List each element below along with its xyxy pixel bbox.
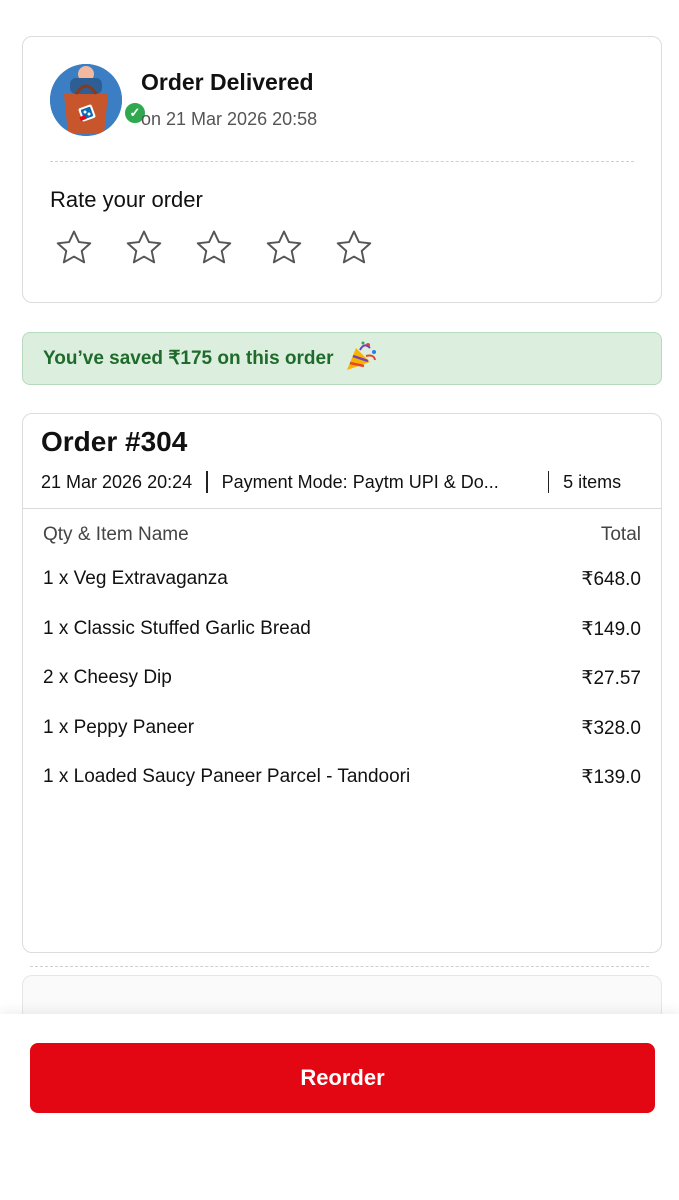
rate-title: Rate your order — [50, 187, 203, 212]
order-number: Order #304 — [41, 426, 188, 457]
items-list: 1 x Veg Extravaganza ₹648.0 1 x Classic … — [43, 568, 641, 816]
col-item-name: Qty & Item Name — [43, 524, 189, 545]
divider — [50, 161, 634, 162]
item-total: ₹648.0 — [581, 569, 641, 590]
item-name: 2 x Cheesy Dip — [43, 667, 172, 688]
order-status-card: ✓ Order Delivered on 21 Mar 2026 20:58 R… — [22, 36, 662, 303]
list-item: 1 x Loaded Saucy Paneer Parcel - Tandoor… — [43, 766, 641, 816]
order-details-card: Order #304 21 Mar 2026 20:24 Payment Mod… — [22, 413, 662, 953]
item-name: 1 x Loaded Saucy Paneer Parcel - Tandoor… — [43, 766, 411, 787]
status-title: Order Delivered — [141, 69, 314, 95]
item-total: ₹139.0 — [581, 767, 641, 788]
savings-text: You’ve saved ₹175 on this order — [43, 348, 334, 369]
star-icon-4[interactable] — [263, 227, 305, 269]
order-meta: 21 Mar 2026 20:24 Payment Mode: Paytm UP… — [41, 470, 661, 494]
list-item: 1 x Peppy Paneer ₹328.0 — [43, 717, 641, 767]
savings-banner: You’ve saved ₹175 on this order — [22, 332, 662, 385]
delivery-bag-icon — [50, 64, 122, 136]
meta-separator — [206, 471, 208, 493]
list-item: 2 x Cheesy Dip ₹27.57 — [43, 667, 641, 717]
col-total: Total — [600, 524, 641, 545]
item-name: 1 x Peppy Paneer — [43, 716, 195, 738]
item-total: ₹149.0 — [581, 618, 641, 640]
star-rating — [53, 227, 375, 269]
payment-mode: Payment Mode: Paytm UPI & Do... — [221, 471, 499, 492]
reorder-button[interactable]: Reorder — [30, 1043, 655, 1113]
divider — [23, 508, 661, 509]
item-name: 1 x Classic Stuffed Garlic Bread — [43, 617, 311, 639]
star-icon-3[interactable] — [193, 227, 235, 269]
star-icon-1[interactable] — [53, 227, 95, 269]
list-item: 1 x Classic Stuffed Garlic Bread ₹149.0 — [43, 618, 641, 668]
list-item: 1 x Veg Extravaganza ₹648.0 — [43, 568, 641, 618]
bottom-action-bar: Reorder — [0, 1014, 679, 1200]
item-count: 5 items — [563, 471, 622, 492]
meta-separator — [547, 471, 550, 493]
star-icon-5[interactable] — [333, 227, 375, 269]
divider — [30, 966, 649, 967]
item-name: 1 x Veg Extravaganza — [43, 568, 228, 589]
party-popper-icon — [344, 340, 378, 377]
status-time: on 21 Mar 2026 20:58 — [141, 109, 318, 129]
item-total: ₹328.0 — [581, 717, 641, 739]
item-total: ₹27.57 — [581, 668, 641, 689]
star-icon-2[interactable] — [123, 227, 165, 269]
order-date: 21 Mar 2026 20:24 — [41, 471, 193, 492]
items-header: Qty & Item Name Total — [43, 524, 641, 546]
